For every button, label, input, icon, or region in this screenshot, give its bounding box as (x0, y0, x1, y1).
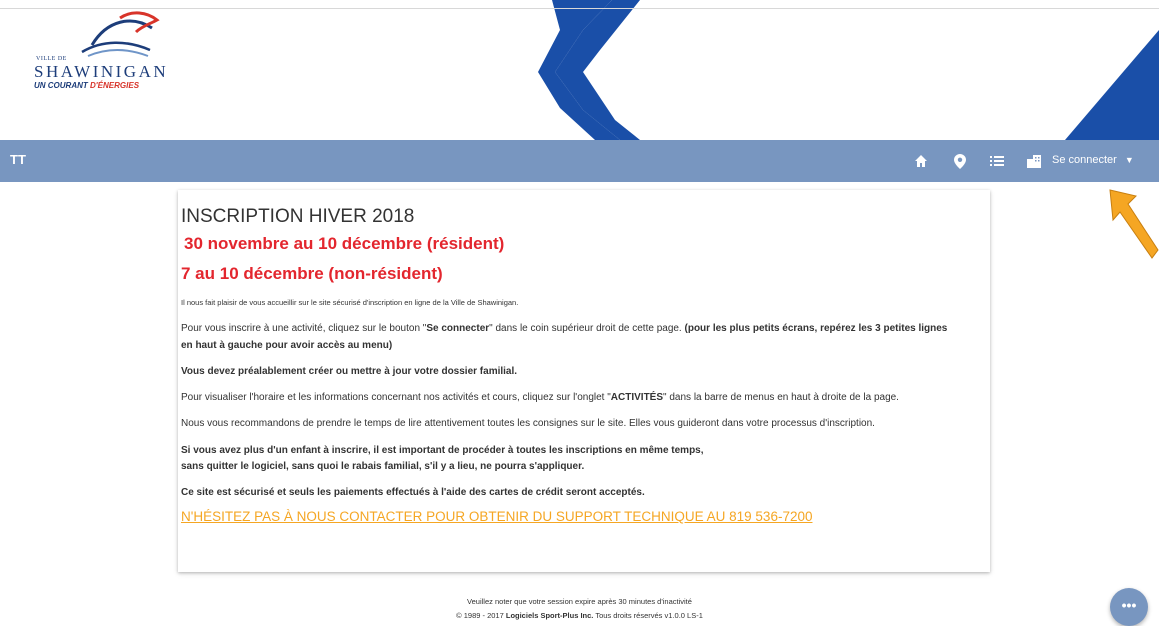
recommendation-paragraph: Nous vous recommandons de prendre le tem… (181, 418, 875, 429)
activities-paragraph: Pour visualiser l'horaire et les informa… (181, 389, 899, 407)
support-contact-link[interactable]: N'HÉSITEZ PAS À NOUS CONTACTER POUR OBTE… (181, 509, 812, 524)
chevron-down-icon[interactable]: ▼ (1125, 155, 1134, 165)
login-dropdown[interactable]: Se connecter ▼ (1052, 154, 1134, 166)
p2-text: Vous devez préalablement créer ou mettre… (181, 366, 518, 377)
copyright-rights: Tous droits réservés v1.0.0 LS-1 (593, 611, 703, 620)
company-link[interactable]: Logiciels Sport-Plus Inc. (506, 611, 594, 620)
city-icon[interactable] (1024, 151, 1044, 171)
p1-part-a: Pour vous inscrire à une activité, cliqu… (181, 323, 427, 334)
p3-activities-emphasis: ACTIVITÉS (610, 392, 664, 403)
p5-line2: sans quitter le logiciel, sans quoi le r… (181, 461, 585, 472)
welcome-text: Il nous fait plaisir de vous accueillir … (181, 298, 519, 307)
home-icon[interactable] (911, 151, 931, 171)
dates-nonresident: 7 au 10 décembre (non-résident) (181, 264, 443, 283)
top-navbar: TT Se connecter ▼ (0, 140, 1159, 182)
more-options-button[interactable]: ••• (1110, 588, 1148, 626)
copyright-line: © 1989 - 2017 Logiciels Sport-Plus Inc. … (0, 611, 1159, 620)
p1-part-c: " dans le coin supérieur droit de cette … (489, 323, 685, 334)
list-icon[interactable] (987, 151, 1007, 171)
login-label[interactable]: Se connecter (1052, 154, 1117, 166)
top-divider (0, 8, 1159, 9)
logo-wave-graphic (81, 11, 160, 57)
logo-slogan-part1: UN COURANT (34, 81, 90, 90)
p1-small-screen-note: (pour les plus petits écrans, repérez le… (684, 323, 948, 334)
header-banner: VILLE DE SHAWINIGAN UN COURANT D'ÉNERGIE… (0, 0, 1159, 140)
copyright-years: © 1989 - 2017 (456, 611, 506, 620)
family-file-note: Vous devez préalablement créer ou mettre… (181, 363, 517, 381)
p1-connect-emphasis: Se connecter (426, 323, 490, 334)
p3-part-a: Pour visualiser l'horaire et les informa… (181, 392, 611, 403)
dates-resident: 30 novembre au 10 décembre (résident) (184, 234, 505, 253)
page-title: INSCRIPTION HIVER 2018 (181, 206, 415, 227)
logo-slogan: UN COURANT D'ÉNERGIES (34, 81, 139, 90)
p3-part-c: " dans la barre de menus en haut à droit… (663, 392, 899, 403)
p1-menu-note: en haut à gauche pour avoir accès au men… (181, 340, 393, 351)
city-logo[interactable]: VILLE DE SHAWINIGAN UN COURANT D'ÉNERGIE… (32, 10, 192, 90)
text-size-icon[interactable]: TT (10, 152, 26, 167)
session-expiry-note: Veuillez noter que votre session expire … (467, 597, 692, 606)
instructions-paragraph-line2: en haut à gauche pour avoir accès au men… (181, 337, 392, 355)
instructions-paragraph: Pour vous inscrire à une activité, cliqu… (181, 320, 947, 338)
p6-text: Ce site est sécurisé et seuls les paieme… (181, 487, 645, 498)
logo-city-name: SHAWINIGAN (34, 62, 169, 81)
multiple-children-line2: sans quitter le logiciel, sans quoi le r… (181, 458, 584, 476)
p5-line1: Si vous avez plus d'un enfant à inscrire… (181, 445, 704, 456)
location-pin-icon[interactable] (950, 151, 970, 171)
annotation-arrow-icon (1109, 189, 1159, 259)
logo-slogan-part2: D'ÉNERGIES (90, 81, 140, 90)
secure-payment-note: Ce site est sécurisé et seuls les paieme… (181, 484, 645, 502)
